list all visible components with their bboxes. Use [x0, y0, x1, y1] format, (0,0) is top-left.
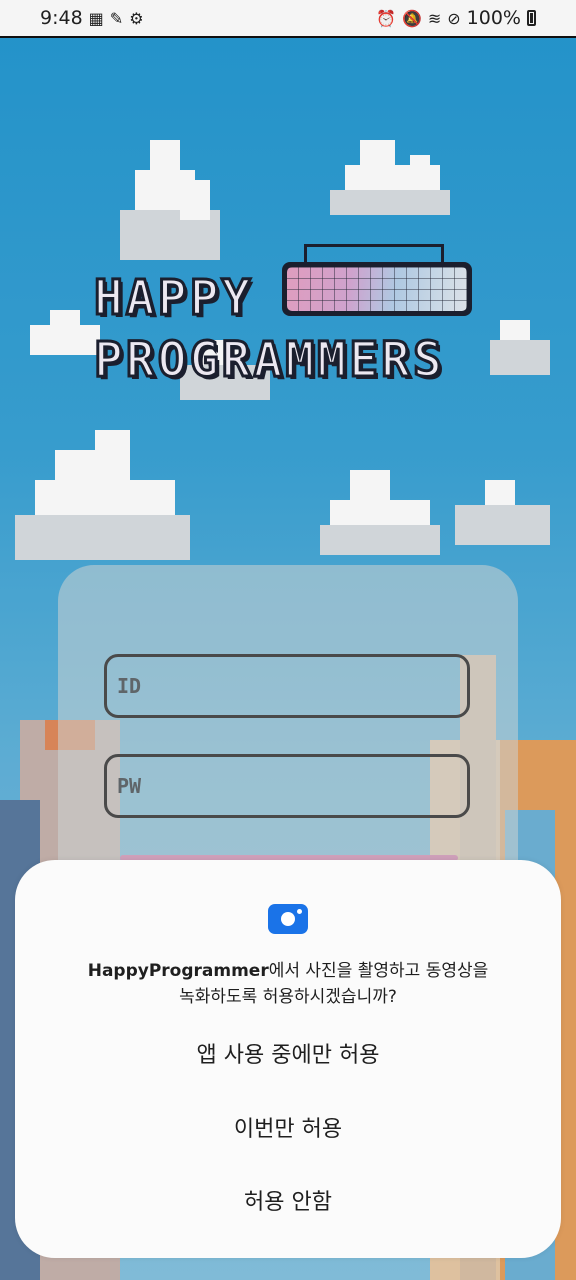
camera-icon: [268, 904, 308, 934]
app-screen: 9:48 ▦ ✎ ⚙ ⏰ 🔕 ≋ ⊘ 100% HAPPY PROGRAMMER…: [0, 0, 576, 1280]
message-line2: 녹화하도록 허용하시겠습니까?: [179, 987, 397, 1007]
app-name: HappyProgrammer: [87, 961, 269, 981]
deny-button[interactable]: 허용 안함: [45, 1175, 531, 1225]
message-line1: 에서 사진을 촬영하고 동영상을: [268, 961, 489, 981]
allow-once-button[interactable]: 이번만 허용: [45, 1102, 531, 1152]
allow-while-using-button[interactable]: 앱 사용 중에만 허용: [45, 1028, 531, 1078]
permission-message: HappyProgrammer에서 사진을 촬영하고 동영상을 녹화하도록 허용…: [45, 958, 531, 1010]
permission-dialog: HappyProgrammer에서 사진을 촬영하고 동영상을 녹화하도록 허용…: [15, 860, 561, 1258]
